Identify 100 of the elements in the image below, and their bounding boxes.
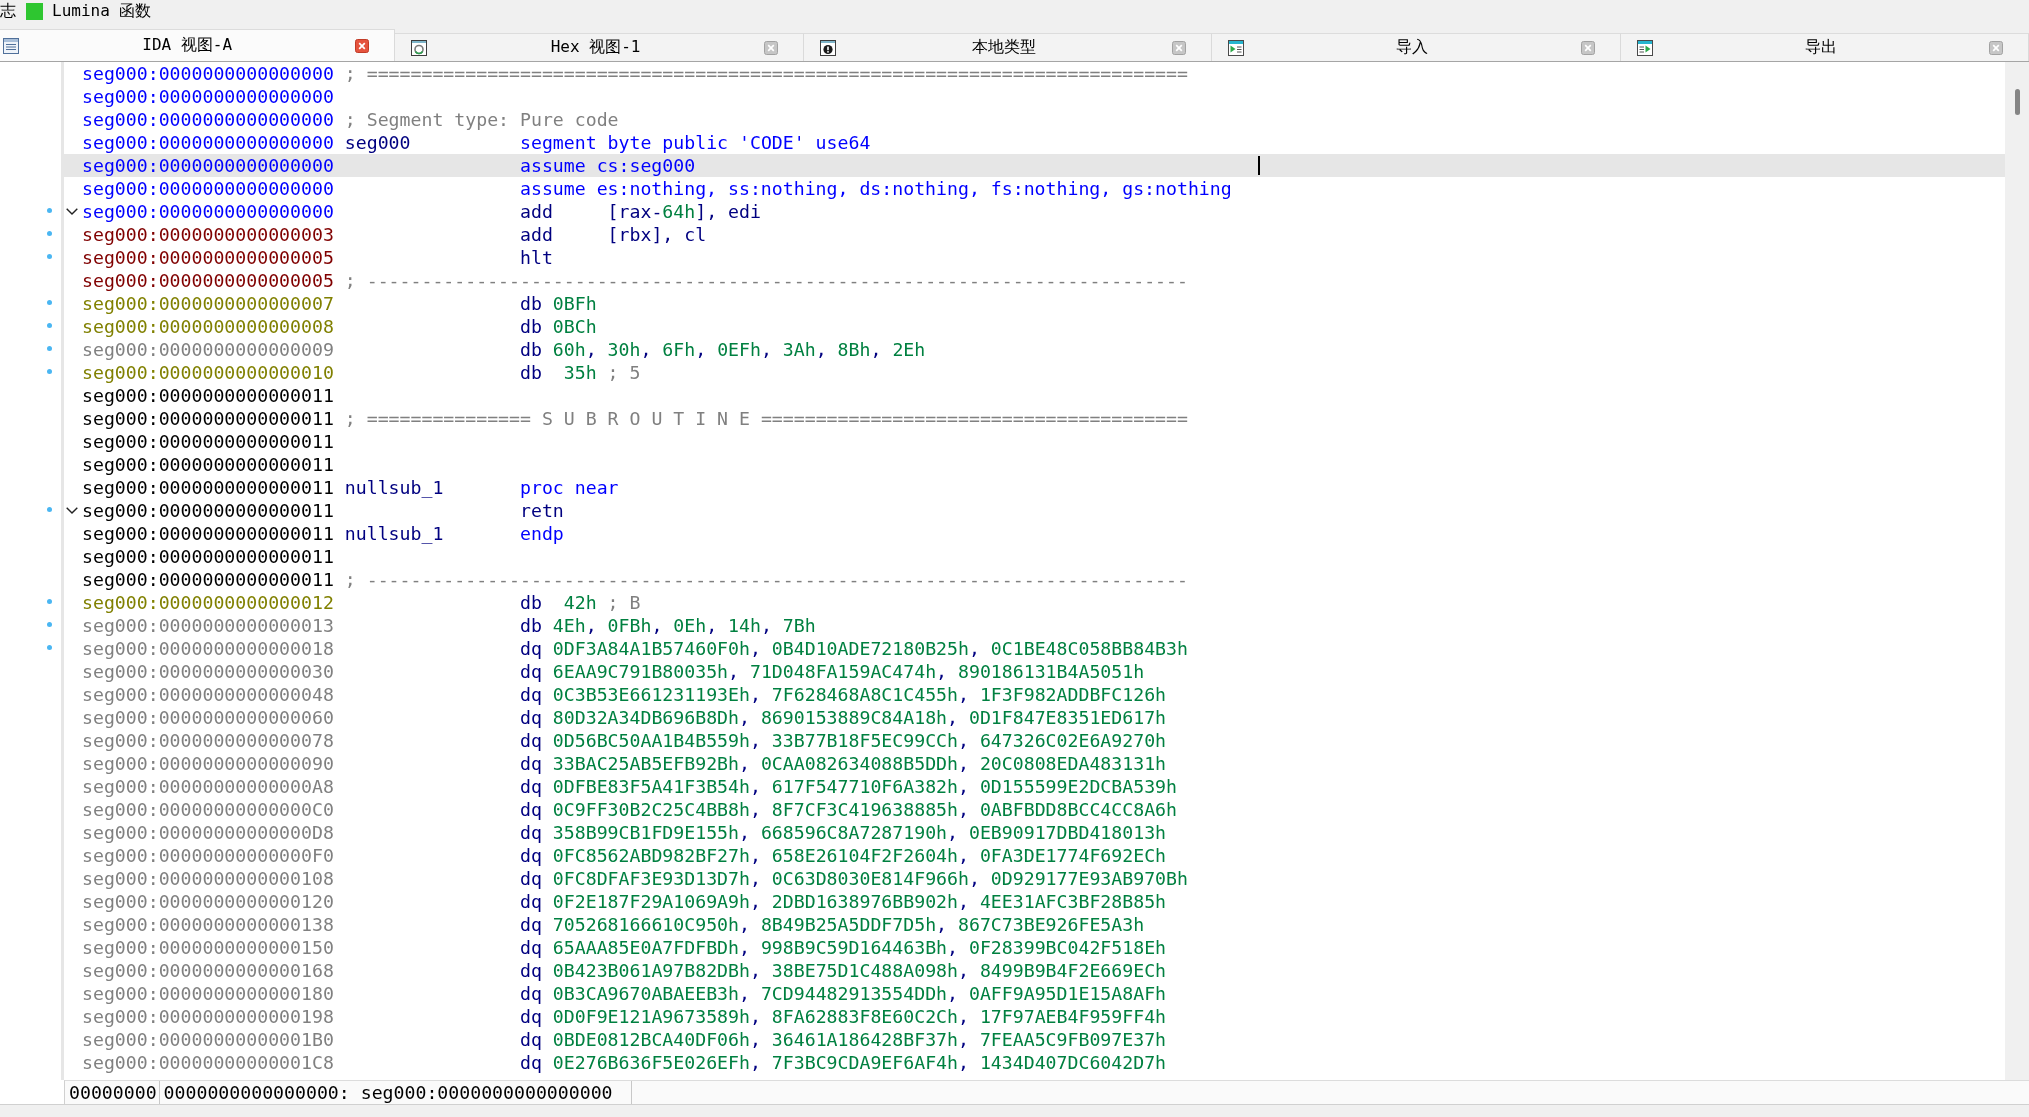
code-address: seg000:0000000000000013 xyxy=(82,615,334,636)
close-icon[interactable] xyxy=(355,38,370,53)
code-address: seg000:0000000000000078 xyxy=(82,730,334,751)
mnemonic: db xyxy=(520,592,542,613)
code-address: seg000:00000000000000C0 xyxy=(82,799,334,820)
mnemonic: assume xyxy=(520,155,586,176)
code-address: seg000:0000000000000048 xyxy=(82,684,334,705)
panel-tab[interactable]: 志 xyxy=(0,0,16,22)
mnemonic: db xyxy=(520,339,542,360)
code-address: seg000:0000000000000150 xyxy=(82,937,334,958)
mnemonic: dq xyxy=(520,868,542,889)
operands: byte public 'CODE' use64 xyxy=(607,132,871,153)
code-address: seg000:0000000000000060 xyxy=(82,707,334,728)
mnemonic: dq xyxy=(520,799,542,820)
code-address: seg000:0000000000000005 xyxy=(82,270,334,291)
tab[interactable]: Hex 视图-1 xyxy=(395,33,804,61)
chevron-down-icon[interactable] xyxy=(66,507,78,514)
tab[interactable]: 导出 xyxy=(1620,33,2029,61)
close-icon[interactable] xyxy=(1580,40,1595,55)
code-label: nullsub_1 xyxy=(344,477,444,498)
mnemonic: assume xyxy=(520,178,586,199)
circle-window-icon xyxy=(411,39,428,56)
mnemonic: dq xyxy=(520,707,542,728)
code-address: seg000:00000000000000A8 xyxy=(82,776,334,797)
code-address: seg000:0000000000000012 xyxy=(82,592,334,613)
close-icon[interactable] xyxy=(1172,40,1187,55)
operands: 0BDE0812BCA40DF06h, 36461A186428BF37h, 7FEAA5C9FB097E37h xyxy=(552,1029,1167,1050)
operands: 0D0F9E121A9673589h, 8FA62883F8E60C2Ch, 17F97AEB4F959FF4h xyxy=(552,1006,1167,1027)
mnemonic: dq xyxy=(520,960,542,981)
scrollbar[interactable] xyxy=(2005,62,2029,1080)
operands: es:nothing, ss:nothing, ds:nothing, fs:nothing, gs:nothing xyxy=(596,178,1232,199)
panel-tab[interactable]: Lumina 函数 xyxy=(26,0,152,22)
code-address: seg000:0000000000000168 xyxy=(82,960,334,981)
close-icon[interactable] xyxy=(1989,40,2004,55)
operands: 0B423B061A97B82DBh, 38BE75D1C488A098h, 8499B9B4F2E669ECh xyxy=(552,960,1167,981)
chevron-down-icon[interactable] xyxy=(66,208,78,215)
code-address: seg000:0000000000000011 xyxy=(82,431,334,452)
exclamation-window-icon xyxy=(819,39,836,56)
operands: cs:seg000 xyxy=(596,155,696,176)
mnemonic: db xyxy=(520,615,542,636)
mnemonic: db xyxy=(520,293,542,314)
operands: 0DFBE83F5A41F3B54h, 617F547710F6A382h, 0D155599E2DCBA539h xyxy=(552,776,1177,797)
tab[interactable]: IDA 视图-A xyxy=(0,29,396,61)
code-address: seg000:0000000000000198 xyxy=(82,1006,334,1027)
status-field: 0000000000000000: seg000:0000000000000000 xyxy=(159,1081,632,1104)
mnemonic: hlt xyxy=(520,247,553,268)
mnemonic: dq xyxy=(520,1006,542,1027)
mnemonic: dq xyxy=(520,730,542,751)
operands: 80D32A34DB696B8Dh, 8690153889C84A18h, 0D1F847E8351ED617h xyxy=(552,707,1167,728)
tab[interactable]: 本地类型 xyxy=(803,33,1213,61)
mnemonic: dq xyxy=(520,1052,542,1073)
operands: 65AAA85E0A7FDFBDh, 998B9C59D164463Bh, 0F28399BC042F518Eh xyxy=(552,937,1167,958)
operands: 33BAC25AB5EFB92Bh, 0CAA082634088B5DDh, 20C0808EDA483131h xyxy=(552,753,1167,774)
mnemonic: retn xyxy=(520,500,564,521)
status-field: 00000000 xyxy=(65,1081,160,1104)
code-address: seg000:0000000000000000 xyxy=(82,132,334,153)
code-address: seg000:00000000000001B0 xyxy=(82,1029,334,1050)
mnemonic: dq xyxy=(520,684,542,705)
mnemonic: dq xyxy=(520,822,542,843)
code-comment: ; =========================================================================== xyxy=(344,63,1188,84)
code-address: seg000:0000000000000000 xyxy=(82,155,334,176)
code-comment: ; --------------------------------------------------------------------------- xyxy=(344,270,1188,291)
mnemonic: dq xyxy=(520,891,542,912)
code-address: seg000:0000000000000180 xyxy=(82,983,334,1004)
code-address: seg000:0000000000000090 xyxy=(82,753,334,774)
mnemonic: db xyxy=(520,362,542,383)
operands: 4Eh, 0FBh, 0Eh, 14h, 7Bh xyxy=(552,615,816,636)
code-address: seg000:0000000000000000 xyxy=(82,86,334,107)
code-address: seg000:0000000000000007 xyxy=(82,293,334,314)
mnemonic: db xyxy=(520,316,542,337)
play-window-icon xyxy=(1228,39,1245,56)
mnemonic: dq xyxy=(520,661,542,682)
code-address: seg000:0000000000000018 xyxy=(82,638,334,659)
tab[interactable]: 导入 xyxy=(1212,33,1621,61)
operands: 0BFh xyxy=(552,293,597,314)
code-comment: ; Segment type: Pure code xyxy=(344,109,619,130)
code-address: seg000:0000000000000010 xyxy=(82,362,334,383)
mnemonic: dq xyxy=(520,845,542,866)
code-address: seg000:00000000000001C8 xyxy=(82,1052,334,1073)
mnemonic: dq xyxy=(520,776,542,797)
operands: 6EAA9C791B80035h, 71D048FA159AC474h, 890186131B4A5051h xyxy=(552,661,1145,682)
mnemonic: dq xyxy=(520,1029,542,1050)
list-window-icon xyxy=(3,37,19,54)
code-address: seg000:0000000000000000 xyxy=(82,109,334,130)
operands: 0D56BC50AA1B4B559h, 33B77B18F5EC99CCh, 647326C02E6A9270h xyxy=(552,730,1167,751)
code-address: seg000:00000000000000D8 xyxy=(82,822,334,843)
operands: 60h, 30h, 6Fh, 0EFh, 3Ah, 8Bh, 2Eh xyxy=(552,339,926,360)
operands: 358B99CB1FD9E155h, 668596C8A7287190h, 0EB90917DBD418013h xyxy=(552,822,1167,843)
operands: 0C3B53E661231193Eh, 7F628468A8C1C455h, 1F3F982ADDBFC126h xyxy=(552,684,1167,705)
mnemonic: proc xyxy=(520,477,564,498)
operands: 35h ; 5 xyxy=(562,362,641,383)
operands: 705268166610C950h, 8B49B25A5DDF7D5h, 867C73BE926FE5A3h xyxy=(552,914,1145,935)
mnemonic: segment xyxy=(520,132,597,153)
code-comment: ; =============== S U B R O U T I N E ======================================= xyxy=(344,408,1188,429)
code-address: seg000:0000000000000138 xyxy=(82,914,334,935)
scrollbar-thumb[interactable] xyxy=(2014,89,2020,115)
mnemonic: dq xyxy=(520,753,542,774)
operands: 0DF3A84A1B57460F0h, 0B4D10ADE72180B25h, 0C1BE48C058BB84B3h xyxy=(552,638,1188,659)
code-address: seg000:0000000000000000 xyxy=(82,63,334,84)
close-icon[interactable] xyxy=(763,40,778,55)
